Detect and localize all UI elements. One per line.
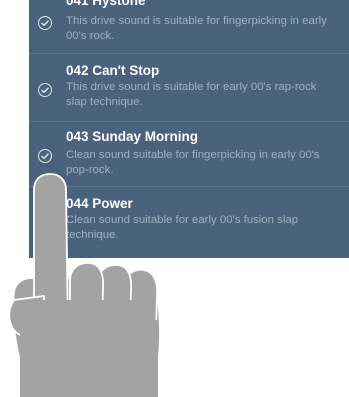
check-circle-icon <box>38 16 52 30</box>
preset-item-044[interactable]: 044 Power Clean sound suitable for early… <box>29 188 349 252</box>
preset-item-041[interactable]: 041 Hystone This drive sound is suitable… <box>29 0 349 54</box>
check-circle-icon <box>38 83 52 97</box>
preset-title: 041 Hystone <box>66 0 146 8</box>
preset-description: Clean sound suitable for fingerpicking i… <box>66 149 320 176</box>
preset-description: This drive sound is suitable for early 0… <box>66 81 317 108</box>
preset-item-043[interactable]: 043 Sunday Morning Clean sound suitable … <box>29 122 349 187</box>
preset-title: 043 Sunday Morning <box>66 129 199 144</box>
check-circle-icon <box>38 149 52 163</box>
preset-title: 042 Can't Stop <box>66 63 160 78</box>
preset-description: Clean sound suitable for early 00's fusi… <box>66 214 299 241</box>
preset-title: 044 Power <box>66 196 133 211</box>
preset-item-042[interactable]: 042 Can't Stop This drive sound is suita… <box>29 57 349 122</box>
preset-list: 041 Hystone This drive sound is suitable… <box>29 0 349 258</box>
preset-description: This drive sound is suitable for fingerp… <box>66 15 327 42</box>
